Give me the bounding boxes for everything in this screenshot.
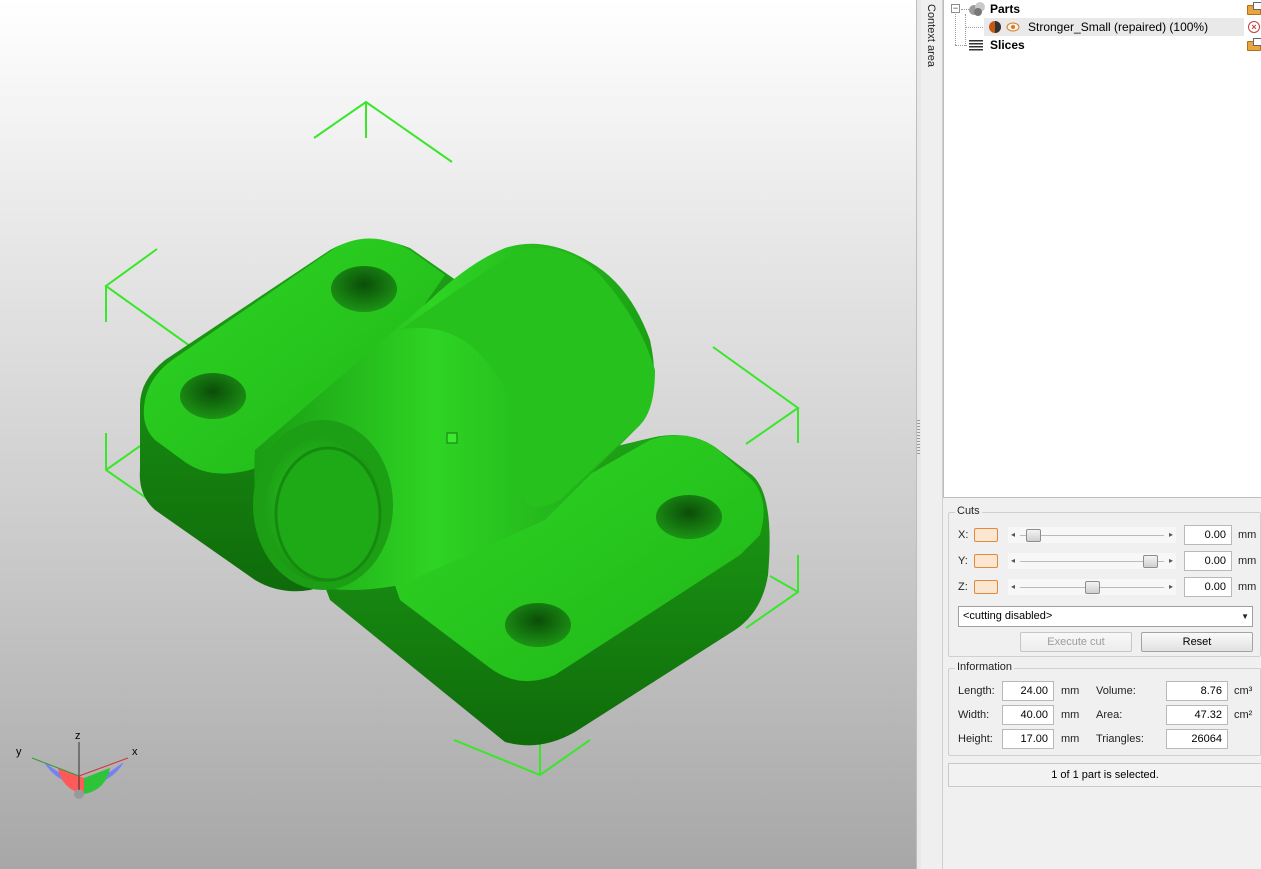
cut-x-slider[interactable]: ◂ ▸ [1008, 527, 1176, 543]
cut-x-slider-thumb[interactable] [1026, 529, 1042, 542]
cut-x-enable-toggle[interactable] [974, 528, 998, 542]
area-value: 47.32 [1166, 705, 1228, 725]
mounting-hole [331, 266, 397, 312]
area-label: Area: [1096, 709, 1123, 721]
cut-x-unit: mm [1238, 529, 1257, 541]
length-unit: mm [1061, 685, 1080, 697]
mounting-hole [656, 495, 722, 539]
mounting-hole [505, 603, 571, 647]
reset-button[interactable]: Reset [1141, 632, 1253, 652]
part-color-icon[interactable] [988, 20, 1002, 34]
gizmo-x-label: x [132, 746, 138, 758]
mounting-hole [180, 373, 246, 419]
cut-y-unit: mm [1238, 555, 1257, 567]
slider-left-arrow-icon[interactable]: ◂ [1008, 553, 1018, 569]
tree-item-slices[interactable]: Slices [968, 36, 1258, 54]
execute-cut-button[interactable]: Execute cut [1020, 632, 1132, 652]
selection-center-marker [446, 432, 458, 444]
cut-x-value-field[interactable]: 0.00 [1184, 525, 1232, 545]
context-area-label: Context area [925, 4, 937, 67]
slices-icon [969, 40, 983, 51]
length-label: Length: [958, 685, 995, 697]
triangles-label: Triangles: [1096, 733, 1144, 745]
open-folder-icon[interactable] [1247, 38, 1261, 51]
part-name-label: Stronger_Small (repaired) (100%) [1028, 20, 1209, 34]
length-value: 24.00 [1002, 681, 1054, 701]
gizmo-y-label: y [16, 746, 22, 758]
height-value: 17.00 [1002, 729, 1054, 749]
parts-expander[interactable]: − [951, 4, 960, 13]
slider-right-arrow-icon[interactable]: ▸ [1166, 527, 1176, 543]
tree-item-parts[interactable]: Parts [968, 0, 1258, 18]
volume-value: 8.76 [1166, 681, 1228, 701]
height-label: Height: [958, 733, 993, 745]
cut-x-label: X: [958, 529, 969, 541]
slider-right-arrow-icon[interactable]: ▸ [1166, 579, 1176, 595]
tree-item-parts-label: Parts [990, 2, 1021, 16]
information-group-title: Information [955, 661, 1015, 673]
cut-y-value-field[interactable]: 0.00 [1184, 551, 1232, 571]
visibility-eye-icon[interactable] [1006, 20, 1020, 34]
height-unit: mm [1061, 733, 1080, 745]
width-label: Width: [958, 709, 990, 721]
gizmo-z-label: z [75, 730, 81, 742]
cut-z-slider[interactable]: ◂ ▸ [1008, 579, 1176, 595]
selection-status: 1 of 1 part is selected. [948, 763, 1261, 787]
tree-item-slices-label: Slices [990, 38, 1025, 52]
width-unit: mm [1061, 709, 1080, 721]
tree-item-part[interactable]: Stronger_Small (repaired) (100%) [984, 18, 1244, 36]
slider-left-arrow-icon[interactable]: ◂ [1008, 527, 1018, 543]
width-value: 40.00 [1002, 705, 1054, 725]
parts-icon [969, 2, 985, 16]
cut-z-unit: mm [1238, 581, 1257, 593]
area-unit: cm² [1234, 709, 1253, 721]
volume-label: Volume: [1096, 685, 1136, 697]
volume-unit: cm³ [1234, 685, 1253, 697]
object-tree[interactable]: − Parts Stronger_Small (repaired) (100%)… [943, 0, 1261, 498]
cutting-mode-select[interactable]: <cutting disabled> ▼ [958, 606, 1253, 627]
cuts-group-title: Cuts [955, 505, 982, 517]
cut-y-label: Y: [958, 555, 968, 567]
slider-left-arrow-icon[interactable]: ◂ [1008, 579, 1018, 595]
chevron-down-icon[interactable]: ▼ [1241, 607, 1249, 626]
cut-y-slider[interactable]: ◂ ▸ [1008, 553, 1176, 569]
cut-z-value-field[interactable]: 0.00 [1184, 577, 1232, 597]
open-folder-icon[interactable] [1247, 2, 1261, 15]
cut-z-slider-thumb[interactable] [1084, 581, 1100, 594]
slider-right-arrow-icon[interactable]: ▸ [1166, 553, 1176, 569]
triangles-value: 26064 [1166, 729, 1228, 749]
remove-part-icon[interactable]: × [1248, 21, 1260, 33]
context-area-tab[interactable] [921, 0, 943, 869]
3d-viewport[interactable]: z y x [0, 0, 916, 869]
cut-z-enable-toggle[interactable] [974, 580, 998, 594]
cut-y-slider-thumb[interactable] [1142, 555, 1158, 568]
cutting-mode-value: <cutting disabled> [963, 610, 1053, 622]
cut-z-label: Z: [958, 581, 968, 593]
splitter-grip[interactable] [917, 420, 920, 454]
cut-y-enable-toggle[interactable] [974, 554, 998, 568]
